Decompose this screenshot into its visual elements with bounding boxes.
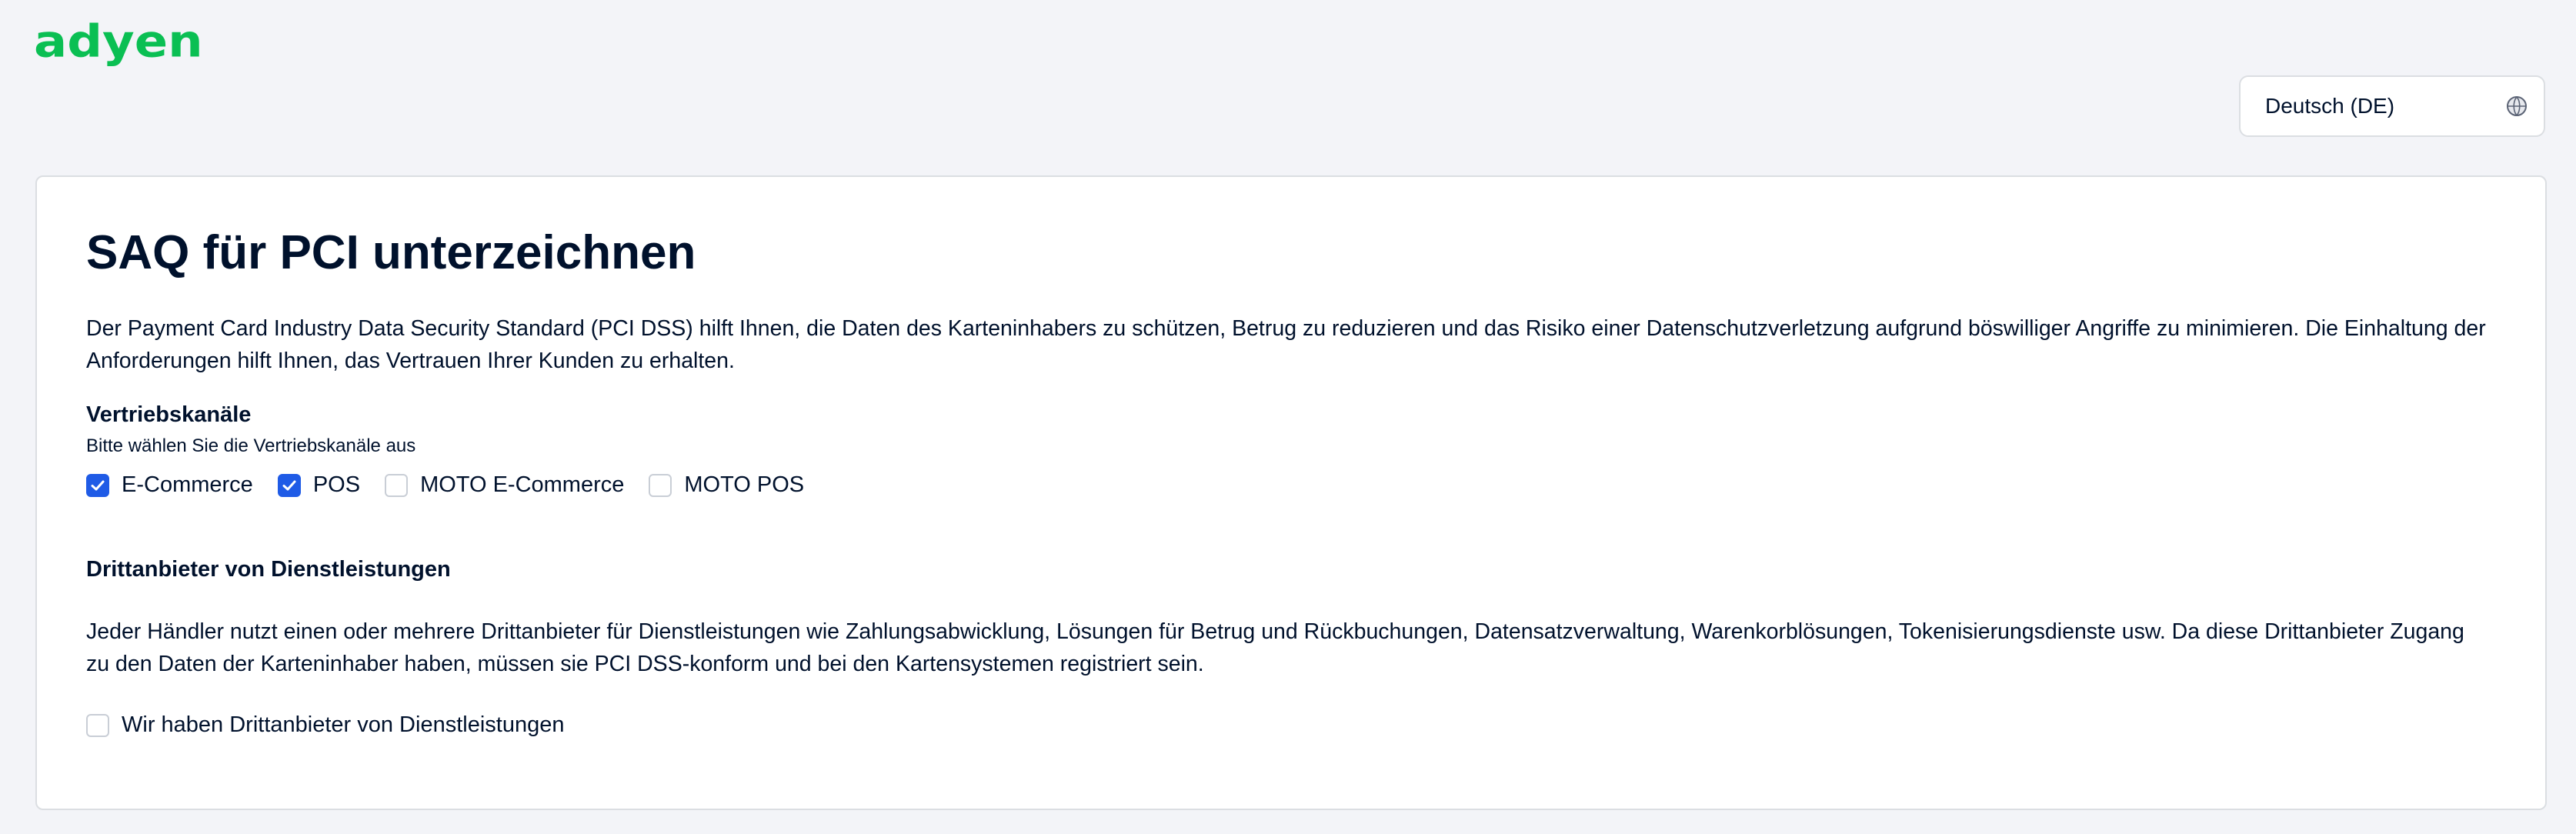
saq-form-card: SAQ für PCI unterzeichnen Der Payment Ca… xyxy=(35,175,2547,810)
language-selector-value: Deutsch (DE) xyxy=(2265,94,2395,118)
checkbox-third-party-label: Wir haben Drittanbieter von Dienstleistu… xyxy=(122,712,565,737)
checkbox-moto-e-commerce-label: MOTO E-Commerce xyxy=(420,472,625,497)
checkbox-moto-pos[interactable]: MOTO POS xyxy=(649,472,804,498)
sales-channels-options: E-Commerce POS MOTO E-Commerce MOTO POS xyxy=(86,472,829,498)
checkbox-e-commerce-box[interactable] xyxy=(86,473,109,497)
adyen-logo: adyen xyxy=(34,16,203,68)
checkmark-icon xyxy=(91,480,105,490)
checkbox-moto-pos-box[interactable] xyxy=(649,473,672,497)
sales-channels-helper: Bitte wählen Sie die Vertriebskanäle aus xyxy=(86,435,416,456)
checkbox-e-commerce[interactable]: E-Commerce xyxy=(86,472,253,498)
checkbox-e-commerce-label: E-Commerce xyxy=(122,472,253,497)
third-party-heading: Drittanbieter von Dienstleistungen xyxy=(86,557,451,582)
third-party-text: Jeder Händler nutzt einen oder mehrere D… xyxy=(86,619,2464,676)
intro-text: Der Payment Card Industry Data Security … xyxy=(86,316,2486,373)
checkbox-pos-box[interactable] xyxy=(277,473,301,497)
checkbox-moto-e-commerce[interactable]: MOTO E-Commerce xyxy=(385,472,624,498)
checkbox-third-party[interactable]: Wir haben Drittanbieter von Dienstleistu… xyxy=(86,712,564,738)
checkbox-moto-e-commerce-box[interactable] xyxy=(385,473,409,497)
checkbox-moto-pos-label: MOTO POS xyxy=(684,472,805,497)
sales-channels-heading: Vertriebskanäle xyxy=(86,402,252,427)
checkbox-pos[interactable]: POS xyxy=(277,472,361,498)
language-selector[interactable]: Deutsch (DE) xyxy=(2239,75,2545,137)
checkbox-third-party-box[interactable] xyxy=(86,713,109,737)
checkmark-icon xyxy=(282,480,296,490)
globe-icon xyxy=(2505,95,2528,118)
page-title: SAQ für PCI unterzeichnen xyxy=(86,226,696,279)
checkbox-pos-label: POS xyxy=(312,472,361,497)
